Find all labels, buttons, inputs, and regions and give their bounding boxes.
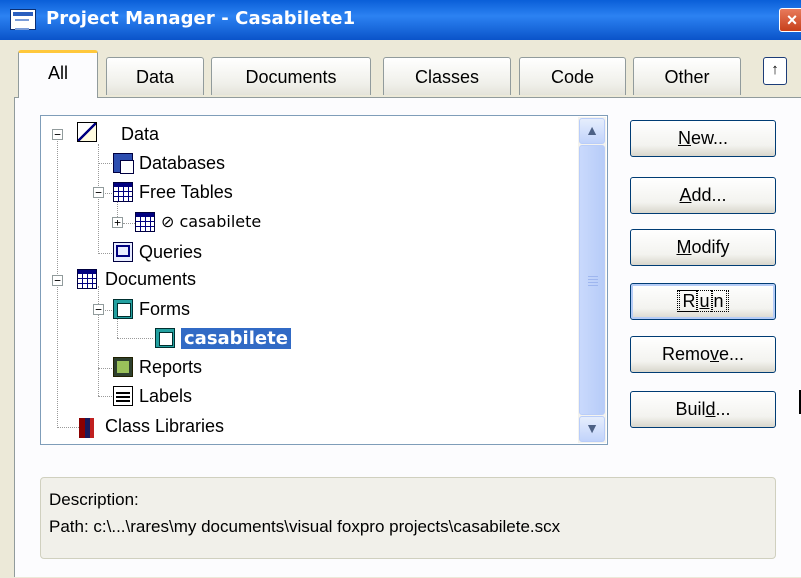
table-icon xyxy=(135,212,155,232)
tree-item-data[interactable]: Data xyxy=(121,120,159,148)
tab-other[interactable]: Other xyxy=(633,57,741,95)
documents-icon xyxy=(77,269,97,289)
expander-forms[interactable]: − xyxy=(93,304,104,315)
tree-item-casabilete-form[interactable]: casabilete xyxy=(181,324,291,352)
tree-item-queries[interactable]: Queries xyxy=(139,238,202,266)
tab-scroll-button[interactable]: ↑ xyxy=(763,57,787,85)
scroll-thumb[interactable] xyxy=(579,145,605,415)
tree-item-databases[interactable]: Databases xyxy=(139,149,225,177)
tree-item-documents[interactable]: Documents xyxy=(105,265,196,293)
window-title: Project Manager - Casabilete1 xyxy=(46,8,356,29)
form-icon xyxy=(155,328,175,348)
label-icon xyxy=(113,386,133,406)
tree-item-labels[interactable]: Labels xyxy=(139,382,192,410)
report-icon xyxy=(113,357,133,377)
tree-item-reports[interactable]: Reports xyxy=(139,353,202,381)
tab-documents[interactable]: Documents xyxy=(211,57,371,95)
description-panel: Description: Path: c:\...\rares\my docum… xyxy=(40,477,776,559)
run-button[interactable]: Run xyxy=(630,283,776,320)
new-button[interactable]: New... xyxy=(630,120,776,157)
tree-item-forms[interactable]: Forms xyxy=(139,295,190,323)
form-icon xyxy=(113,299,133,319)
tab-code[interactable]: Code xyxy=(519,57,626,95)
tree-item-casabilete-table[interactable]: ⊘ casabilete xyxy=(161,208,261,236)
expander-documents[interactable]: − xyxy=(52,275,63,286)
title-bar[interactable]: Project Manager - Casabilete1 × xyxy=(0,0,801,40)
scroll-up-button[interactable]: ▲ xyxy=(579,118,605,144)
expander-data[interactable]: − xyxy=(52,129,63,140)
tab-data[interactable]: Data xyxy=(106,57,204,95)
expander-free-tables[interactable]: − xyxy=(93,187,104,198)
query-icon xyxy=(113,242,133,262)
file-path: Path: c:\...\rares\my documents\visual f… xyxy=(49,517,561,536)
tree-item-free-tables[interactable]: Free Tables xyxy=(139,178,233,206)
add-button[interactable]: Add... xyxy=(630,177,776,214)
project-tree[interactable]: − Data Databases − Free Tables + ⊘ casab… xyxy=(40,115,608,445)
modify-button[interactable]: Modify xyxy=(630,229,776,266)
database-icon xyxy=(113,153,134,174)
data-icon xyxy=(77,122,97,142)
selected-item-label: casabilete xyxy=(181,328,291,349)
table-icon xyxy=(113,182,133,202)
expander-casabilete-table[interactable]: + xyxy=(112,217,123,228)
tab-all[interactable]: All xyxy=(18,50,98,98)
tab-strip: All Data Documents Classes Code Other ↑ xyxy=(0,40,801,100)
tree-scrollbar[interactable]: ▲ ▼ xyxy=(578,117,606,443)
remove-button[interactable]: Remove... xyxy=(630,336,776,373)
project-manager-icon xyxy=(10,9,36,30)
tree-item-class-libraries[interactable]: Class Libraries xyxy=(105,412,224,440)
scroll-down-button[interactable]: ▼ xyxy=(579,416,605,442)
close-button[interactable]: × xyxy=(779,8,801,32)
build-button[interactable]: Build... xyxy=(630,391,776,428)
tab-classes[interactable]: Classes xyxy=(383,57,511,95)
description-label: Description: xyxy=(49,490,139,509)
class-library-icon xyxy=(79,418,99,438)
